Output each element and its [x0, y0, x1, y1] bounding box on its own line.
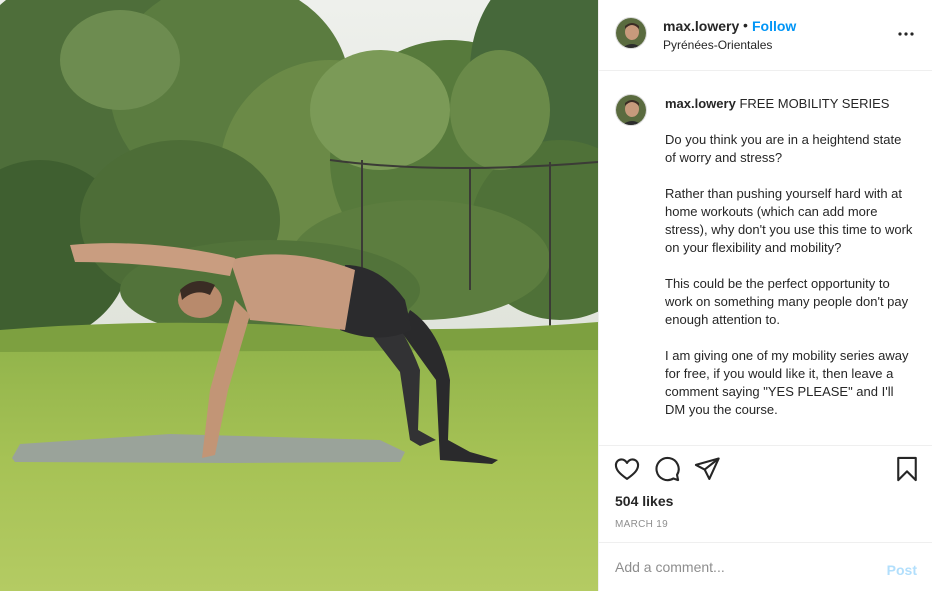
heart-icon[interactable] [613, 455, 641, 483]
comments-section[interactable]: max.lowery FREE MOBILITY SERIES Do you t… [599, 72, 932, 446]
yoga-photo-illustration [0, 0, 598, 591]
add-comment-bar: Post [599, 542, 932, 591]
paper-plane-icon[interactable] [693, 455, 721, 483]
post-photo[interactable] [0, 0, 598, 591]
separator-dot: • [743, 17, 748, 33]
post-header: max.lowery • Follow Pyrénées-Orientales [599, 0, 932, 71]
more-options-icon[interactable] [894, 22, 918, 46]
caption-author-avatar[interactable] [615, 94, 647, 126]
post-details-panel: max.lowery • Follow Pyrénées-Orientales … [598, 0, 932, 591]
post-comment-button[interactable]: Post [887, 562, 917, 578]
follow-button[interactable]: Follow [752, 18, 796, 34]
caption-text: FREE MOBILITY SERIES Do you think you ar… [665, 96, 913, 417]
likes-count[interactable]: 504 likes [615, 493, 673, 509]
author-avatar[interactable] [615, 17, 647, 49]
post-caption: max.lowery FREE MOBILITY SERIES Do you t… [665, 95, 915, 419]
bookmark-icon[interactable] [893, 455, 921, 483]
author-username[interactable]: max.lowery [663, 18, 739, 34]
caption-username[interactable]: max.lowery [665, 96, 736, 111]
comment-bubble-icon[interactable] [653, 455, 681, 483]
action-bar [599, 455, 932, 491]
post-location[interactable]: Pyrénées-Orientales [663, 38, 772, 52]
comment-input[interactable] [615, 556, 865, 578]
post-date[interactable]: MARCH 19 [615, 519, 668, 530]
